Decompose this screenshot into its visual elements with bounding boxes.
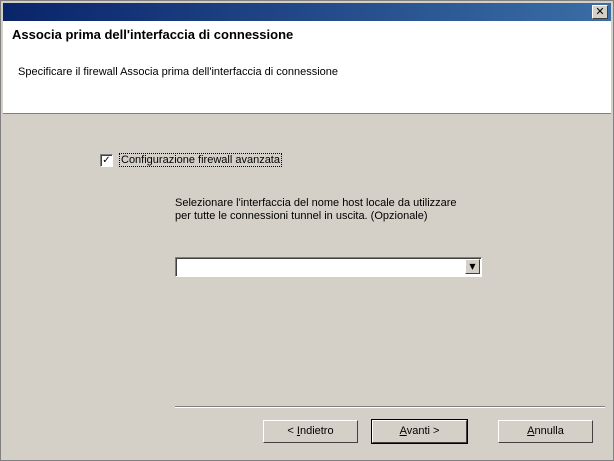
back-button-prefix: < xyxy=(287,425,297,437)
interface-select[interactable]: ▼ xyxy=(175,257,482,277)
interface-description: Selezionare l'interfaccia del nome host … xyxy=(175,197,457,222)
next-button-mnemonic: A xyxy=(399,425,407,437)
footer-divider xyxy=(175,406,605,408)
cancel-button-label: nnulla xyxy=(534,425,564,437)
page-title: Associa prima dell'interfaccia di connes… xyxy=(12,27,294,42)
page-subtitle: Specificare il firewall Associa prima de… xyxy=(18,66,339,78)
header-panel: Associa prima dell'interfaccia di connes… xyxy=(3,21,611,114)
close-icon[interactable]: ✕ xyxy=(592,5,608,19)
advanced-firewall-label[interactable]: Configurazione firewall avanzata xyxy=(119,153,282,167)
back-button[interactable]: < Indietro xyxy=(263,420,358,443)
chevron-down-icon[interactable]: ▼ xyxy=(465,259,480,274)
cancel-button[interactable]: Annulla xyxy=(498,420,593,443)
next-button-label: vanti > xyxy=(406,425,440,437)
advanced-firewall-checkbox[interactable]: ✓ xyxy=(100,153,113,167)
title-bar: ✕ xyxy=(3,3,611,21)
installer-dialog: ✕ Associa prima dell'interfaccia di conn… xyxy=(0,0,614,461)
next-button[interactable]: Avanti > xyxy=(371,419,468,444)
advanced-firewall-option[interactable]: ✓ Configurazione firewall avanzata xyxy=(100,153,282,167)
back-button-label: ndietro xyxy=(299,425,334,437)
